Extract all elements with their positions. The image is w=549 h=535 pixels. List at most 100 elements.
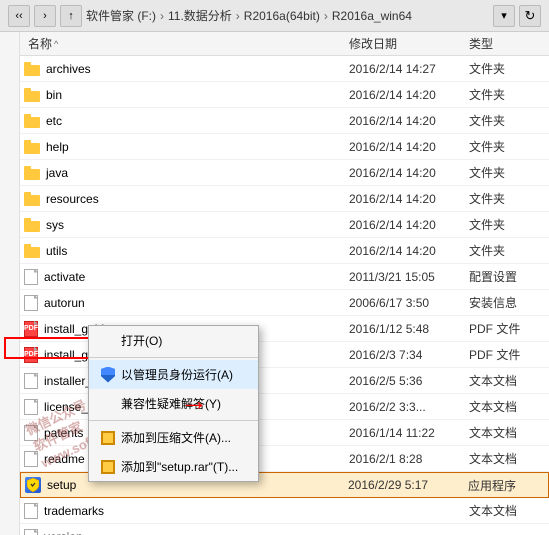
- folder-icon: [24, 218, 40, 232]
- file-name: utils: [46, 244, 67, 258]
- breadcrumb-nav: ‹‹ › ↑ 软件管家 (F:) › 11.数据分析 › R2016a(64bi…: [8, 5, 541, 27]
- file-name: activate: [44, 270, 85, 284]
- file-date: 2016/2/14 14:20: [345, 192, 465, 206]
- document-icon: [24, 399, 38, 415]
- table-row[interactable]: help 2016/2/14 14:20文件夹: [20, 134, 549, 160]
- file-type: PDF 文件: [465, 320, 545, 337]
- file-type: 安装信息: [465, 294, 545, 311]
- table-row[interactable]: autorun2006/6/17 3:50安装信息: [20, 290, 549, 316]
- nav-back-button[interactable]: ‹‹: [8, 5, 30, 27]
- file-name: java: [46, 166, 68, 180]
- file-name-cell: etc: [24, 114, 345, 128]
- file-name: etc: [46, 114, 62, 128]
- folder-icon: [24, 140, 40, 154]
- file-name-cell: trademarks: [24, 503, 345, 519]
- breadcrumb-data-analysis[interactable]: 11.数据分析: [168, 7, 232, 24]
- file-name-cell: sys: [24, 218, 345, 232]
- file-name: patents: [44, 426, 83, 440]
- table-row[interactable]: archives2016/2/14 14:27文件夹: [20, 56, 549, 82]
- sort-arrow-icon: ^: [54, 39, 58, 49]
- context-menu-item-label: 以管理员身份运行(A): [121, 366, 233, 383]
- document-icon: [24, 503, 38, 519]
- file-name-cell: bin: [24, 88, 345, 102]
- document-icon: [24, 269, 38, 285]
- context-menu-item-label: 添加到压缩文件(A)...: [121, 429, 231, 446]
- table-row[interactable]: bin2016/2/14 14:20文件夹: [20, 82, 549, 108]
- file-date: 2016/2/14 14:27: [345, 62, 465, 76]
- date-column-header[interactable]: 修改日期: [345, 35, 465, 52]
- context-menu-item-label: 兼容性疑难解答(Y): [121, 395, 221, 412]
- breadcrumb: 软件管家 (F:) › 11.数据分析 › R2016a(64bit) › R2…: [86, 7, 412, 24]
- file-name: help: [46, 140, 69, 154]
- table-row[interactable]: sys2016/2/14 14:20文件夹: [20, 212, 549, 238]
- type-column-header[interactable]: 类型: [465, 35, 545, 52]
- file-date: 2011/3/21 15:05: [345, 270, 465, 284]
- file-date: 2016/2/14 14:20: [345, 140, 465, 154]
- file-type: PDF 文件: [465, 346, 545, 363]
- breadcrumb-software-manager[interactable]: 软件管家 (F:): [86, 7, 156, 24]
- folder-icon: [24, 114, 40, 128]
- pdf-icon: PDF: [24, 321, 38, 337]
- compress-icon: [101, 460, 115, 474]
- context-menu-item-label: 添加到"setup.rar"(T)...: [121, 458, 238, 475]
- refresh-button[interactable]: ↻: [519, 5, 541, 27]
- file-date: 2016/1/14 11:22: [345, 426, 465, 440]
- file-type: 文本文档: [465, 398, 545, 415]
- file-date: 2016/2/14 14:20: [345, 244, 465, 258]
- document-icon: [24, 451, 38, 467]
- context-menu-item[interactable]: 以管理员身份运行(A): [89, 360, 258, 389]
- context-menu-item[interactable]: 兼容性疑难解答(Y): [89, 389, 258, 418]
- file-type: 文本文档: [465, 372, 545, 389]
- file-name: readme: [44, 452, 85, 466]
- address-dropdown-button[interactable]: ▾: [493, 5, 515, 27]
- document-icon: [24, 373, 38, 389]
- name-column-header[interactable]: 名称 ^: [24, 35, 345, 52]
- file-type: 文本文档: [465, 424, 545, 441]
- file-list-container: 名称 ^ 修改日期 类型 archives2016/2/14 14:27文件夹b…: [0, 32, 549, 535]
- file-type: 文件夹: [465, 164, 545, 181]
- table-row[interactable]: etc2016/2/14 14:20文件夹: [20, 108, 549, 134]
- pdf-icon: PDF: [24, 347, 38, 363]
- file-name-cell: version: [24, 529, 345, 535]
- table-row[interactable]: activate 2011/3/21 15:05配置设置: [20, 264, 549, 290]
- file-name-cell: utils: [24, 244, 345, 258]
- file-name-cell: java: [24, 166, 345, 180]
- file-name: sys: [46, 218, 64, 232]
- file-date: 2016/2/14 14:20: [345, 166, 465, 180]
- file-name: autorun: [44, 296, 85, 310]
- context-menu-item[interactable]: 打开(O): [89, 326, 258, 355]
- context-menu: 打开(O) 以管理员身份运行(A) 兼容性疑难解答(Y) 添加到压缩文件(A)... 添…: [88, 325, 259, 482]
- file-type: 文件夹: [465, 190, 545, 207]
- file-type: 文件夹: [465, 242, 545, 259]
- file-date: 2016/1/12 5:48: [345, 322, 465, 336]
- table-row[interactable]: utils 2016/2/14 14:20文件夹: [20, 238, 549, 264]
- file-name: bin: [46, 88, 62, 102]
- context-menu-separator: [89, 420, 258, 421]
- file-type: 文件夹: [465, 138, 545, 155]
- table-row[interactable]: java 2016/2/14 14:20文件夹: [20, 160, 549, 186]
- nav-up-button[interactable]: ↑: [60, 5, 82, 27]
- file-name-cell: autorun: [24, 295, 345, 311]
- breadcrumb-r2016a-win64[interactable]: R2016a_win64: [332, 9, 412, 23]
- file-type: 配置设置: [465, 268, 545, 285]
- context-menu-item-label: 打开(O): [121, 332, 162, 349]
- table-row[interactable]: trademarks 文本文档: [20, 498, 549, 524]
- context-menu-item[interactable]: 添加到压缩文件(A)...: [89, 423, 258, 452]
- context-menu-item[interactable]: 添加到"setup.rar"(T)...: [89, 452, 258, 481]
- table-row[interactable]: resources2016/2/14 14:20文件夹: [20, 186, 549, 212]
- file-type: 文件夹: [465, 86, 545, 103]
- file-date: 2016/2/2 3:3...: [345, 400, 465, 414]
- document-icon: [24, 295, 38, 311]
- table-row[interactable]: version: [20, 524, 549, 535]
- breadcrumb-r2016a[interactable]: R2016a(64bit): [244, 9, 320, 23]
- file-type: 文件夹: [465, 60, 545, 77]
- file-date: 2016/2/1 8:28: [345, 452, 465, 466]
- file-type: 文本文档: [465, 502, 545, 519]
- file-date: 2016/2/29 5:17: [344, 478, 464, 492]
- file-name-cell: archives: [24, 62, 345, 76]
- folder-icon: [24, 88, 40, 102]
- document-icon: [24, 529, 38, 535]
- nav-forward-button[interactable]: ›: [34, 5, 56, 27]
- file-type: 文本文档: [465, 450, 545, 467]
- folder-icon: [24, 192, 40, 206]
